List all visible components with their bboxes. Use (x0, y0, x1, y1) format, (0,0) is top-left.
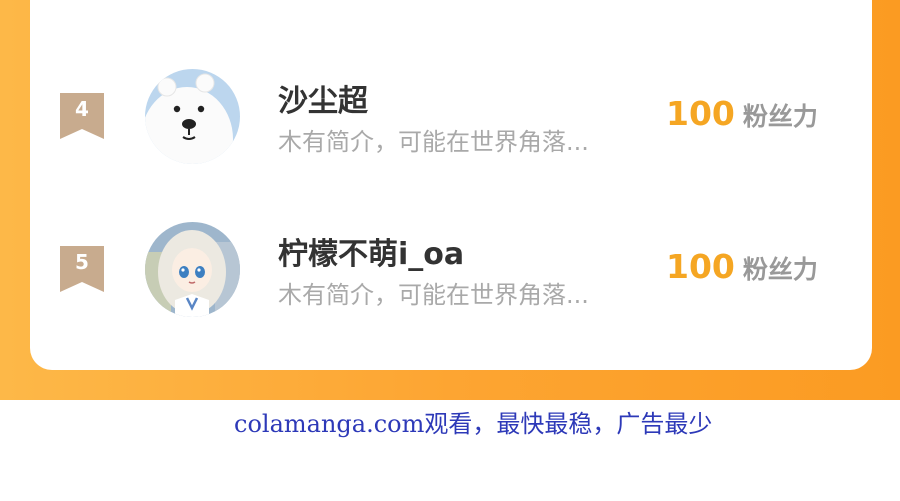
ranking-panel: 4 沙尘超 木有简介，可能在世界角落... 100 粉丝力 5 柠檬不萌i_oa… (0, 0, 900, 400)
anime-girl-avatar-icon (145, 222, 240, 317)
rank-number: 4 (75, 97, 89, 121)
ranking-row[interactable]: 5 柠檬不萌i_oa 木有简介，可能在世界角落... 100 粉丝力 (30, 219, 872, 319)
watermark-text: colamanga.com观看，最快最稳，广告最少 (234, 410, 713, 438)
score-unit: 粉丝力 (742, 102, 818, 131)
ranking-card: 4 沙尘超 木有简介，可能在世界角落... 100 粉丝力 5 柠檬不萌i_oa… (30, 0, 872, 370)
user-bio: 木有简介，可能在世界角落... (278, 128, 589, 156)
fan-power-score: 100 粉丝力 (666, 94, 818, 133)
user-name[interactable]: 沙尘超 (278, 76, 368, 120)
rank-badge: 5 (60, 246, 104, 292)
rank-badge: 4 (60, 93, 104, 139)
ranking-row[interactable]: 4 沙尘超 木有简介，可能在世界角落... 100 粉丝力 (30, 66, 872, 166)
fan-power-score: 100 粉丝力 (666, 247, 818, 286)
score-value: 100 (666, 247, 735, 286)
polar-bear-avatar-icon (145, 69, 240, 164)
score-unit: 粉丝力 (742, 255, 818, 284)
user-name[interactable]: 柠檬不萌i_oa (278, 229, 464, 273)
user-bio: 木有简介，可能在世界角落... (278, 281, 589, 309)
rank-number: 5 (75, 250, 89, 274)
user-avatar[interactable] (145, 222, 240, 317)
user-avatar[interactable] (145, 69, 240, 164)
score-value: 100 (666, 94, 735, 133)
